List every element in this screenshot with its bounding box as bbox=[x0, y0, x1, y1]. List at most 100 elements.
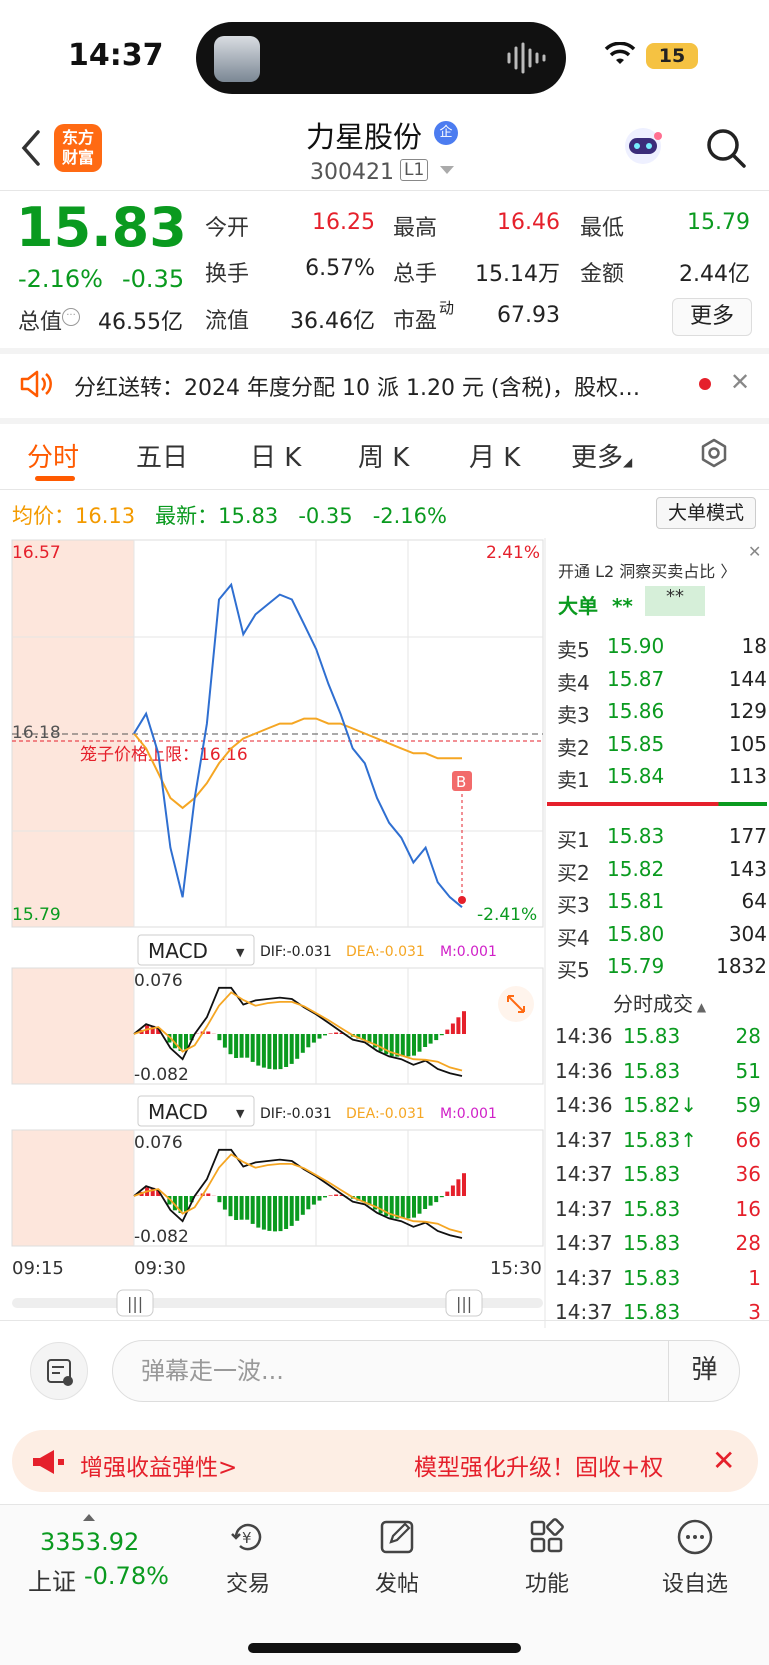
macd-bar bbox=[256, 1196, 261, 1228]
macd-bar bbox=[217, 1196, 222, 1203]
macd-bar bbox=[295, 1034, 300, 1059]
macd-dif-line-2 bbox=[133, 1148, 463, 1239]
tab-5day[interactable]: 五日 bbox=[136, 437, 188, 474]
tick-time: 14:36 bbox=[555, 1093, 613, 1117]
danmaku-input[interactable]: 弹幕走一波... bbox=[112, 1340, 740, 1402]
bid-volume: 64 bbox=[741, 889, 767, 913]
divider bbox=[0, 190, 769, 191]
macd-bar bbox=[300, 1034, 305, 1053]
ask-price: 15.86 bbox=[607, 699, 665, 723]
macd-bar bbox=[256, 1034, 261, 1066]
nav-functions[interactable]: 功能 bbox=[502, 1518, 592, 1598]
comment-list-icon[interactable] bbox=[30, 1342, 88, 1400]
caret-icon: ◢ bbox=[623, 455, 633, 469]
promo-text-left[interactable]: 增强收益弹性> bbox=[80, 1448, 237, 1482]
island-avatar bbox=[214, 36, 260, 82]
bid-row[interactable]: 买1 15.83 177 bbox=[557, 824, 767, 854]
ask-row[interactable]: 卖3 15.86 129 bbox=[557, 699, 767, 729]
macd-bar bbox=[406, 1034, 411, 1057]
audio-wave-icon bbox=[507, 42, 546, 74]
ask-price: 15.87 bbox=[607, 666, 665, 691]
bid-row[interactable]: 买3 15.81 64 bbox=[557, 889, 767, 919]
tick-row: 14:37 15.83 28 bbox=[555, 1231, 765, 1261]
macd-bar bbox=[439, 1196, 444, 1198]
tab-intraday[interactable]: 分时 bbox=[27, 437, 79, 474]
caret-icon: ▼ bbox=[236, 1107, 245, 1120]
index-value[interactable]: 3353.92 bbox=[40, 1528, 139, 1556]
bid-price: 15.80 bbox=[607, 921, 665, 946]
nav-post[interactable]: 发帖 bbox=[352, 1518, 442, 1598]
promo-text-right[interactable]: 模型强化升级！固收+权 bbox=[414, 1448, 663, 1482]
danmaku-toggle-button[interactable]: 弹 bbox=[668, 1340, 740, 1402]
back-icon[interactable] bbox=[18, 128, 44, 168]
bid-label: 买3 bbox=[557, 893, 590, 917]
app-logo[interactable]: 东方 财富 bbox=[54, 124, 102, 172]
stock-code[interactable]: 300421 bbox=[310, 160, 394, 185]
tick-volume: 28 bbox=[735, 1024, 761, 1048]
row-percent: -2.16% bbox=[372, 504, 447, 528]
macd-bar bbox=[412, 1196, 416, 1218]
search-icon[interactable] bbox=[704, 126, 748, 170]
macd-bar bbox=[412, 1034, 416, 1056]
tab-weekly-k[interactable]: 周 K bbox=[358, 437, 409, 474]
market-cap-label: 总值 ··· bbox=[18, 304, 81, 336]
doc-icon bbox=[47, 1359, 73, 1386]
info-icon[interactable]: ··· bbox=[62, 308, 81, 326]
macd-bar bbox=[184, 1034, 188, 1050]
big-order-mode-button[interactable]: 大单模式 bbox=[656, 497, 756, 529]
bid-label: 买5 bbox=[557, 958, 590, 982]
quote-sup-7: 动 bbox=[439, 299, 455, 317]
bid-volume: 177 bbox=[728, 824, 767, 848]
macd-bar bbox=[234, 1196, 239, 1220]
nav-functions-label: 功能 bbox=[524, 1572, 569, 1597]
ask-row[interactable]: 卖4 15.87 144 bbox=[557, 667, 767, 697]
ask-row[interactable]: 卖1 15.84 113 bbox=[557, 764, 767, 794]
robot-assistant-icon[interactable] bbox=[620, 124, 666, 170]
tick-time: 14:37 bbox=[555, 1196, 613, 1221]
chevron-down-icon[interactable] bbox=[440, 166, 454, 174]
bid-row[interactable]: 买5 15.79 1832 bbox=[557, 954, 767, 984]
macd-bar bbox=[445, 1029, 450, 1034]
pre-market-shade bbox=[12, 1130, 134, 1246]
grid-icon bbox=[530, 1518, 564, 1553]
macd-bottom: -0.082 bbox=[134, 1065, 189, 1085]
macd-bar bbox=[400, 1034, 405, 1057]
macd-dea-2: DEA:-0.031 bbox=[346, 1106, 425, 1122]
tick-volume: 16 bbox=[735, 1196, 761, 1221]
quote-value-6: 36.46亿 bbox=[290, 309, 375, 334]
macd-bar bbox=[228, 1034, 233, 1055]
macd-bar bbox=[423, 1196, 428, 1209]
index-percent[interactable]: -0.78% bbox=[84, 1562, 169, 1590]
tab-daily-k[interactable]: 日 K bbox=[250, 437, 301, 474]
tick-volume: 1 bbox=[748, 1265, 761, 1290]
bid-row[interactable]: 买4 15.80 304 bbox=[557, 922, 767, 952]
gear-icon[interactable] bbox=[698, 437, 730, 469]
ask-volume: 144 bbox=[728, 666, 767, 691]
dividend-notice[interactable]: 分红送转：2024 年度分配 10 派 1.20 元 (含税)，股权… bbox=[74, 370, 684, 402]
tick-price: 15.83 bbox=[623, 1058, 681, 1083]
buy-marker-label: B bbox=[456, 773, 466, 791]
ask-label: 卖5 bbox=[557, 638, 590, 662]
nav-watchlist[interactable]: 设自选 bbox=[650, 1518, 740, 1598]
tab-more[interactable]: 更多◢ bbox=[571, 437, 632, 474]
macd-bar bbox=[184, 1196, 188, 1212]
more-button[interactable]: 更多 bbox=[672, 298, 752, 336]
macd-bar bbox=[462, 1173, 466, 1196]
tick-row: 14:37 15.83 36 bbox=[555, 1162, 765, 1192]
index-name[interactable]: 上证 bbox=[28, 1562, 76, 1597]
level-badge[interactable]: L1 bbox=[400, 159, 429, 181]
ask-row[interactable]: 卖5 15.90 18 bbox=[557, 634, 767, 664]
nav-trade[interactable]: ¥ 交易 bbox=[203, 1518, 293, 1598]
macd-bar bbox=[239, 1196, 244, 1220]
ticks-title[interactable]: 分时成交 ▲ bbox=[613, 988, 706, 1017]
marker-dot bbox=[458, 896, 466, 904]
close-icon[interactable]: ✕ bbox=[730, 368, 750, 396]
tab-monthly-k[interactable]: 月 K bbox=[469, 437, 520, 474]
caret-up-icon[interactable] bbox=[83, 1514, 95, 1521]
close-icon[interactable]: ✕ bbox=[712, 1444, 735, 1477]
tick-volume: 66 bbox=[735, 1127, 761, 1152]
tick-volume: 51 bbox=[735, 1058, 761, 1083]
macd-bar bbox=[323, 1196, 327, 1198]
bid-row[interactable]: 买2 15.82 143 bbox=[557, 857, 767, 887]
ask-row[interactable]: 卖2 15.85 105 bbox=[557, 732, 767, 762]
